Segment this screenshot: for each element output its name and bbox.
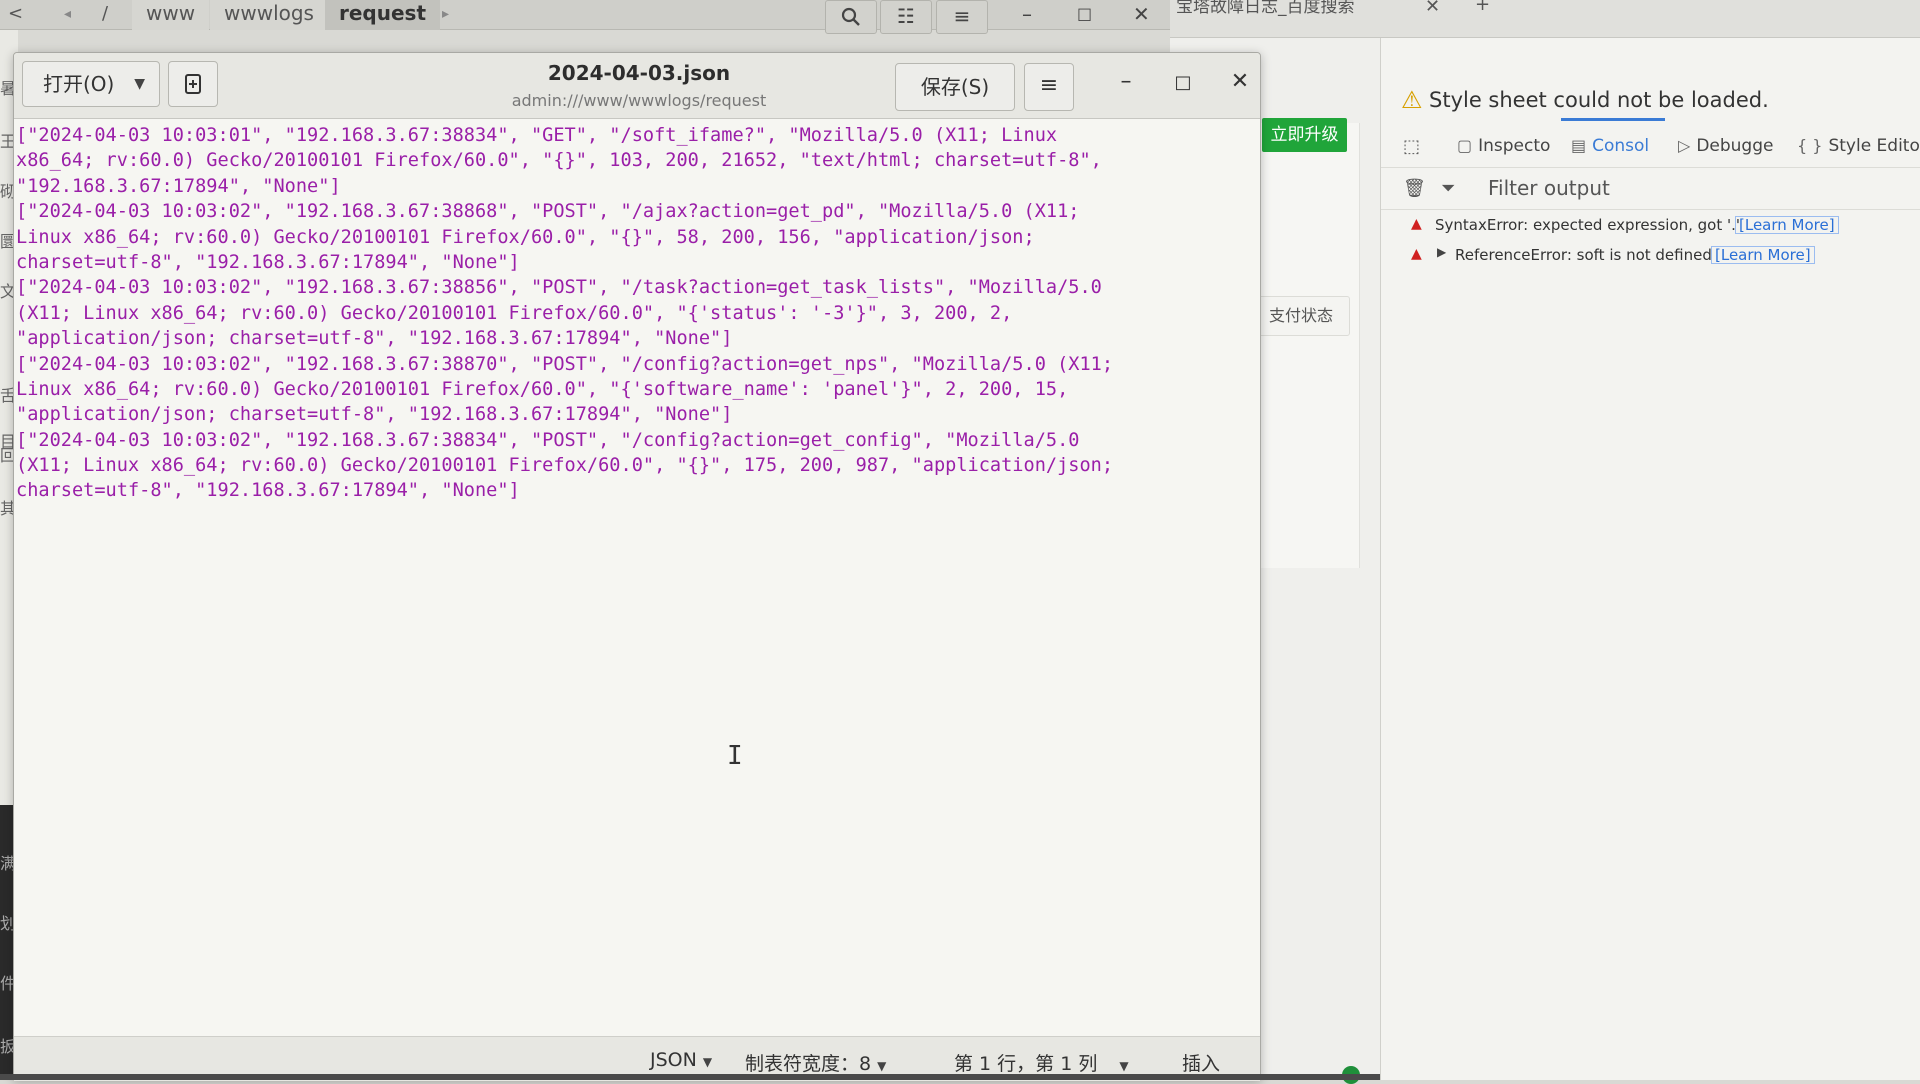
text-editor-window: 打开(O) ▼ 2024-04-03.json admin:///www/www… [13,52,1261,1081]
devtools-panel: ⚠ Style sheet could not be loaded. ⬚ ▢ In… [1380,38,1920,1080]
stylesheet-warning: ⚠ Style sheet could not be loaded. [1381,82,1920,118]
warning-icon: ⚠ [1401,86,1423,114]
tab-debugger[interactable]: ▷ Debugge [1678,132,1773,160]
open-button[interactable]: 打开(O) ▼ [22,61,160,107]
menu-button[interactable]: ≡ [1024,63,1074,111]
cursor-position-label: 第 1 行，第 1 列 [954,1053,1098,1075]
style-editor-icon: { } [1797,136,1823,155]
console-filter-bar: 🗑 ⏷ Filter output [1381,170,1920,210]
minimize-button[interactable]: – [1022,2,1032,26]
text-area[interactable]: ["2024-04-03 10:03:01", "192.168.3.67:38… [16,123,1246,1008]
error-message: ReferenceError: soft is not defined [1455,246,1712,264]
close-button[interactable]: ✕ [1133,2,1150,26]
tab-inspector[interactable]: ▢ Inspecto [1457,132,1550,160]
element-picker-icon[interactable]: ⬚ [1403,136,1420,157]
console-error-row: ▲ ▶ ReferenceError: soft is not defined … [1381,242,1920,270]
browser-tab[interactable]: 宝塔故障日志_百度搜索 [1176,0,1355,24]
learn-more-link[interactable]: [Learn More] [1711,246,1815,264]
text-line: ["2024-04-03 10:03:02", "192.168.3.67:38… [16,201,1080,223]
open-label: 打开(O) [43,72,115,96]
text-line: (X11; Linux x86_64; rv:60.0) Gecko/20100… [16,455,1114,477]
new-tab-icon[interactable]: + [1475,0,1490,15]
history-back-icon[interactable]: ◂ [64,0,71,30]
error-icon: ▲ [1411,216,1422,232]
tab-close-icon[interactable]: ✕ [1425,0,1440,17]
text-line: Linux x86_64; rv:60.0) Gecko/20100101 Fi… [16,226,1035,248]
save-button[interactable]: 保存(S) [895,63,1015,111]
inspector-icon: ▢ [1457,136,1473,155]
language-label: JSON [650,1049,697,1071]
text-line: charset=utf-8", "192.168.3.67:17894", "N… [16,480,520,502]
maximize-button[interactable]: □ [1077,4,1092,23]
tab-label: Style Edito [1828,136,1920,156]
trash-icon[interactable]: 🗑 [1403,178,1426,199]
upgrade-button[interactable]: 立即升级 [1262,118,1347,152]
warning-text: Style sheet could not be loaded. [1429,88,1769,112]
crumb-wwwlogs[interactable]: wwwlogs [210,0,328,30]
chevron-down-icon: ▼ [877,1059,887,1073]
tab-label: Debugge [1696,136,1774,156]
text-line: x86_64; rv:60.0) Gecko/20100101 Firefox/… [16,150,1102,172]
new-document-button[interactable] [168,61,218,107]
text-cursor-icon: I [727,741,743,771]
crumb-request[interactable]: request [325,0,441,30]
text-line: ["2024-04-03 10:03:02", "192.168.3.67:38… [16,429,1080,451]
browser-tab-bar: 宝塔故障日志_百度搜索 ✕ + [1170,0,1920,38]
chevron-down-icon: ▼ [702,1055,713,1069]
text-line: ["2024-04-03 10:03:02", "192.168.3.67:38… [16,277,1102,299]
document-title: 2024-04-03.json [547,61,731,85]
console-error-row: ▲ SyntaxError: expected expression, got … [1381,212,1920,240]
text-line: "192.168.3.67:17894", "None"] [16,175,341,197]
hamburger-icon: ≡ [953,4,971,28]
tab-label: Inspecto [1478,136,1551,156]
text-line: ["2024-04-03 10:03:02", "192.168.3.67:38… [16,353,1114,375]
text-line: (X11; Linux x86_64; rv:60.0) Gecko/20100… [16,302,1013,324]
document-path: admin:///www/wwwlogs/request [511,91,767,110]
expand-arrow-icon[interactable]: ▶ [1437,245,1446,259]
tab-style-editor[interactable]: { } Style Edito [1797,132,1920,160]
crumb-www[interactable]: www [132,0,210,30]
editor-headerbar: 打开(O) ▼ 2024-04-03.json admin:///www/www… [14,53,1260,119]
text-line: "application/json; charset=utf-8", "192.… [16,328,733,350]
devtools-tabs: ⬚ ▢ Inspecto ▤ Consol ▷ Debugge { } Style Ed… [1381,118,1920,168]
chevron-down-icon: ▼ [1119,1059,1129,1073]
close-button[interactable]: ✕ [1225,69,1255,94]
debugger-icon: ▷ [1678,136,1691,155]
new-document-icon [182,74,204,101]
language-selector[interactable]: JSON ▼ [650,1049,712,1071]
tab-label: Consol [1592,136,1650,156]
desktop-bottom-edge [0,1074,1380,1080]
console-icon: ▤ [1571,136,1587,155]
search-button[interactable] [825,0,877,34]
menu-button[interactable]: ≡ [936,0,988,34]
learn-more-link[interactable]: [Learn More] [1735,216,1839,234]
path-separator: / [102,3,109,24]
crumb-forward-icon[interactable]: ▸ [442,0,449,30]
chevron-down-icon: ▼ [134,76,145,92]
list-view-icon: ☷ [897,4,915,28]
error-icon: ▲ [1411,246,1422,262]
back-icon[interactable]: < [8,0,23,30]
view-toggle-button[interactable]: ☷ [880,0,932,34]
tab-width-selector[interactable]: 制表符宽度：8 ▼ [745,1049,886,1076]
error-message: SyntaxError: expected expression, got '.… [1435,216,1741,234]
text-line: ["2024-04-03 10:03:01", "192.168.3.67:38… [16,125,1058,146]
minimize-button[interactable]: – [1111,69,1141,94]
pay-status-button[interactable]: 支付状态 [1252,296,1350,336]
insert-mode[interactable]: 插入 [1182,1049,1220,1076]
tab-console[interactable]: ▤ Consol [1560,118,1666,160]
text-line: "application/json; charset=utf-8", "192.… [16,404,733,426]
text-line: Linux x86_64; rv:60.0) Gecko/20100101 Fi… [16,378,1069,400]
text-line: charset=utf-8", "192.168.3.67:17894", "N… [16,251,520,273]
tab-width-label: 制表符宽度：8 [745,1053,872,1075]
search-icon [841,7,861,32]
file-manager-toolbar: < ◂ / www wwwlogs request ▸ ☷ ≡ – □ ✕ [0,0,1170,34]
filter-icon: ⏷ [1441,178,1456,199]
maximize-button[interactable]: □ [1168,72,1198,93]
hamburger-icon: ≡ [1039,73,1059,98]
cursor-position-selector[interactable]: 第 1 行，第 1 列 ▼ [954,1049,1129,1076]
filter-input[interactable]: Filter output [1488,176,1610,200]
